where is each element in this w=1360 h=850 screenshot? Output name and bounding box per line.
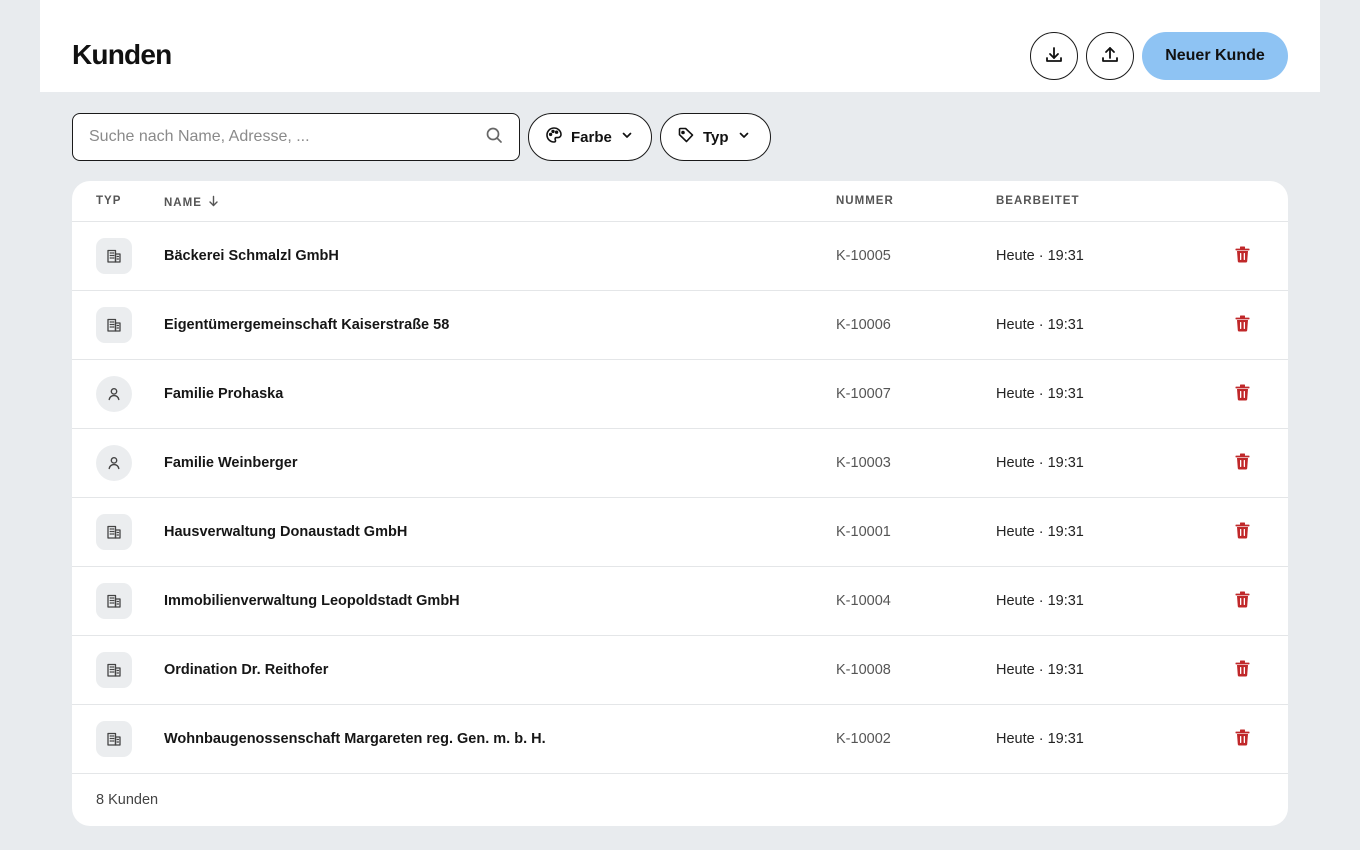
table-row[interactable]: Hausverwaltung Donaustadt GmbH K-10001 Heu…: [72, 498, 1288, 567]
edited-date: Heute · 19:31: [996, 386, 1084, 402]
customer-number: K-10007: [836, 386, 891, 402]
table-row[interactable]: Familie Weinberger K-10003 Heute · 19:31: [72, 429, 1288, 498]
table-header: TYP NAME NUMMER BEARBEITET: [72, 181, 1288, 222]
delete-button[interactable]: [1230, 591, 1254, 613]
edited-date: Heute · 19:31: [996, 524, 1084, 540]
customers-table: TYP NAME NUMMER BEARBEITET Bäckerei Schm…: [72, 181, 1288, 826]
customer-number: K-10008: [836, 662, 891, 678]
table-row[interactable]: Eigentümergemeinschaft Kaiserstraße 58 K-…: [72, 291, 1288, 360]
column-header-name[interactable]: NAME: [164, 195, 219, 210]
page-title: Kunden: [72, 39, 172, 70]
customer-name[interactable]: Hausverwaltung Donaustadt GmbH: [164, 524, 407, 540]
customer-name[interactable]: Wohnbaugenossenschaft Margareten reg. Ge…: [164, 731, 546, 747]
edited-date: Heute · 19:31: [996, 455, 1084, 471]
table-row[interactable]: Immobilienverwaltung Leopoldstadt GmbH K-…: [72, 567, 1288, 636]
upload-button[interactable]: [1086, 32, 1134, 80]
edited-date: Heute · 19:31: [996, 731, 1084, 747]
chevron-down-icon: [620, 128, 634, 146]
upload-icon: [1100, 45, 1120, 68]
column-header-number[interactable]: NUMMER: [836, 195, 894, 207]
customer-name[interactable]: Bäckerei Schmalzl GmbH: [164, 248, 339, 264]
type-filter-label: Typ: [703, 128, 729, 146]
table-row[interactable]: Ordination Dr. Reithofer K-10008 Heute · 1…: [72, 636, 1288, 705]
building-icon: [96, 514, 132, 550]
trash-icon: [1235, 522, 1250, 544]
delete-button[interactable]: [1230, 453, 1254, 475]
customer-name[interactable]: Familie Weinberger: [164, 455, 298, 471]
search-icon: [485, 126, 503, 149]
building-icon: [96, 721, 132, 757]
customer-name[interactable]: Immobilienverwaltung Leopoldstadt GmbH: [164, 593, 460, 609]
trash-icon: [1235, 315, 1250, 337]
trash-icon: [1235, 453, 1250, 475]
person-icon: [96, 376, 132, 412]
table-row[interactable]: Familie Prohaska K-10007 Heute · 19:31: [72, 360, 1288, 429]
customer-number: K-10006: [836, 317, 891, 333]
arrow-down-icon: [208, 195, 219, 210]
customer-number: K-10001: [836, 524, 891, 540]
delete-button[interactable]: [1230, 384, 1254, 406]
download-button[interactable]: [1030, 32, 1078, 80]
building-icon: [96, 583, 132, 619]
edited-date: Heute · 19:31: [996, 593, 1084, 609]
edited-date: Heute · 19:31: [996, 248, 1084, 264]
chevron-down-icon: [737, 128, 751, 146]
person-icon: [96, 445, 132, 481]
building-icon: [96, 652, 132, 688]
customer-name[interactable]: Familie Prohaska: [164, 386, 283, 402]
color-filter-button[interactable]: Farbe: [528, 113, 652, 161]
table-row[interactable]: Wohnbaugenossenschaft Margareten reg. Ge…: [72, 705, 1288, 774]
column-header-type[interactable]: TYP: [96, 195, 121, 207]
customer-name[interactable]: Eigentümergemeinschaft Kaiserstraße 58: [164, 317, 449, 333]
new-customer-button[interactable]: Neuer Kunde: [1142, 32, 1288, 80]
tag-icon: [677, 126, 695, 148]
customer-number: K-10005: [836, 248, 891, 264]
trash-icon: [1235, 729, 1250, 751]
trash-icon: [1235, 660, 1250, 682]
palette-icon: [545, 126, 563, 148]
customer-number: K-10004: [836, 593, 891, 609]
search-field[interactable]: [72, 113, 520, 161]
customer-number: K-10003: [836, 455, 891, 471]
building-icon: [96, 307, 132, 343]
search-input[interactable]: [89, 128, 485, 146]
customer-number: K-10002: [836, 731, 891, 747]
page-header: Kunden Neuer Kunde: [40, 0, 1320, 92]
trash-icon: [1235, 246, 1250, 268]
trash-icon: [1235, 384, 1250, 406]
building-icon: [96, 238, 132, 274]
trash-icon: [1235, 591, 1250, 613]
edited-date: Heute · 19:31: [996, 662, 1084, 678]
customer-name[interactable]: Ordination Dr. Reithofer: [164, 662, 328, 678]
delete-button[interactable]: [1230, 729, 1254, 751]
color-filter-label: Farbe: [571, 128, 612, 146]
delete-button[interactable]: [1230, 246, 1254, 268]
delete-button[interactable]: [1230, 315, 1254, 337]
column-header-edited[interactable]: BEARBEITET: [996, 195, 1079, 207]
customer-count: 8 Kunden: [96, 792, 159, 808]
delete-button[interactable]: [1230, 522, 1254, 544]
delete-button[interactable]: [1230, 660, 1254, 682]
edited-date: Heute · 19:31: [996, 317, 1084, 333]
download-icon: [1044, 45, 1064, 68]
table-row[interactable]: Bäckerei Schmalzl GmbH K-10005 Heute · 19:…: [72, 222, 1288, 291]
type-filter-button[interactable]: Typ: [660, 113, 771, 161]
